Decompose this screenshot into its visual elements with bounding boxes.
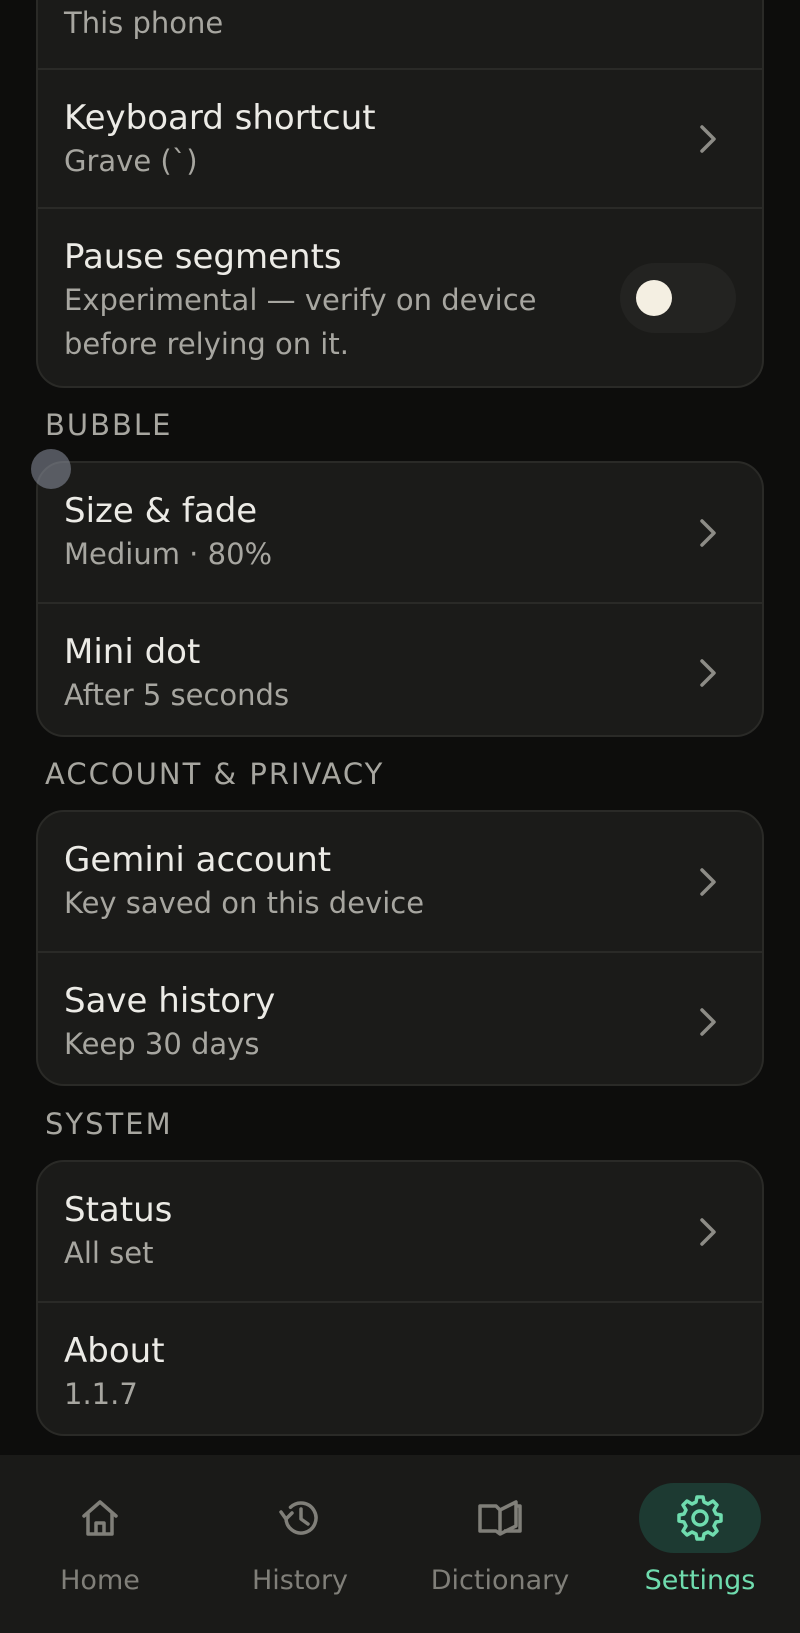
nav-home-icon-wrap [39, 1483, 161, 1553]
row-subtitle: Keep 30 days [64, 1027, 260, 1061]
row-keyboard-shortcut[interactable]: Keyboard shortcut Grave (`) [38, 68, 762, 207]
row-subtitle: 1.1.7 [64, 1377, 138, 1411]
row-title: About [64, 1331, 165, 1371]
row-title: Save history [64, 981, 276, 1021]
row-title: Size & fade [64, 491, 258, 531]
book-icon [478, 1500, 522, 1536]
row-title: Mini dot [64, 632, 201, 672]
row-subtitle: Key saved on this device [64, 886, 425, 920]
nav-settings[interactable]: Settings [600, 1455, 800, 1633]
gear-icon [677, 1495, 723, 1541]
account-privacy-card: Gemini account Key saved on this device … [36, 810, 764, 1086]
pause-segments-toggle[interactable] [620, 263, 736, 333]
row-title: Keyboard shortcut [64, 98, 376, 138]
section-label-system: SYSTEM [45, 1107, 173, 1141]
chevron-right-icon [700, 124, 716, 153]
nav-label: Settings [644, 1565, 756, 1596]
history-icon [279, 1501, 318, 1535]
nav-history[interactable]: History [200, 1455, 400, 1633]
row-subtitle: Grave (`) [64, 144, 198, 178]
row-subtitle: After 5 seconds [64, 678, 290, 712]
row-subtitle-line-2: before relying on it. [64, 327, 349, 361]
row-about[interactable]: About 1.1.7 [38, 1301, 762, 1434]
chevron-right-icon [700, 658, 716, 687]
home-icon [82, 1500, 118, 1536]
row-title: Status [64, 1190, 173, 1230]
settings-screen: This phone Keyboard shortcut Grave (`) P… [0, 0, 800, 1633]
row-mini-dot[interactable]: Mini dot After 5 seconds [38, 602, 762, 735]
nav-dictionary-icon-wrap [439, 1483, 561, 1553]
row-title: Pause segments [64, 237, 342, 277]
chevron-right-icon [700, 1217, 716, 1246]
row-subtitle: This phone [64, 6, 224, 40]
chevron-right-icon [700, 867, 716, 896]
nav-history-icon-wrap [239, 1483, 361, 1553]
section-label-bubble: BUBBLE [45, 408, 173, 442]
row-subtitle-line-1: Experimental — verify on device [64, 283, 537, 317]
partial-row[interactable]: This phone [38, 0, 762, 68]
nav-settings-icon-wrap [639, 1483, 761, 1553]
nav-label: History [251, 1565, 349, 1596]
row-pause-segments: Pause segments Experimental — verify on … [38, 207, 762, 386]
section-label-account-privacy: ACCOUNT & PRIVACY [45, 757, 385, 791]
nav-dictionary[interactable]: Dictionary [400, 1455, 600, 1633]
nav-label: Home [60, 1565, 140, 1596]
bottom-navigation: Home History Dictionary Settings [0, 1455, 800, 1633]
row-size-fade[interactable]: Size & fade Medium · 80% [38, 463, 762, 602]
row-subtitle: All set [64, 1236, 154, 1270]
chevron-right-icon [700, 1007, 716, 1036]
toggle-knob [636, 280, 672, 316]
input-settings-card: This phone Keyboard shortcut Grave (`) P… [36, 0, 764, 388]
row-title: Gemini account [64, 840, 332, 880]
touch-indicator [31, 449, 71, 489]
chevron-right-icon [700, 518, 716, 547]
row-gemini-account[interactable]: Gemini account Key saved on this device [38, 812, 762, 951]
system-card: Status All set About 1.1.7 [36, 1160, 764, 1436]
nav-home[interactable]: Home [0, 1455, 200, 1633]
nav-label: Dictionary [430, 1565, 570, 1596]
row-subtitle: Medium · 80% [64, 537, 273, 571]
row-status[interactable]: Status All set [38, 1162, 762, 1301]
bubble-card: Size & fade Medium · 80% Mini dot After … [36, 461, 764, 737]
row-save-history[interactable]: Save history Keep 30 days [38, 951, 762, 1084]
